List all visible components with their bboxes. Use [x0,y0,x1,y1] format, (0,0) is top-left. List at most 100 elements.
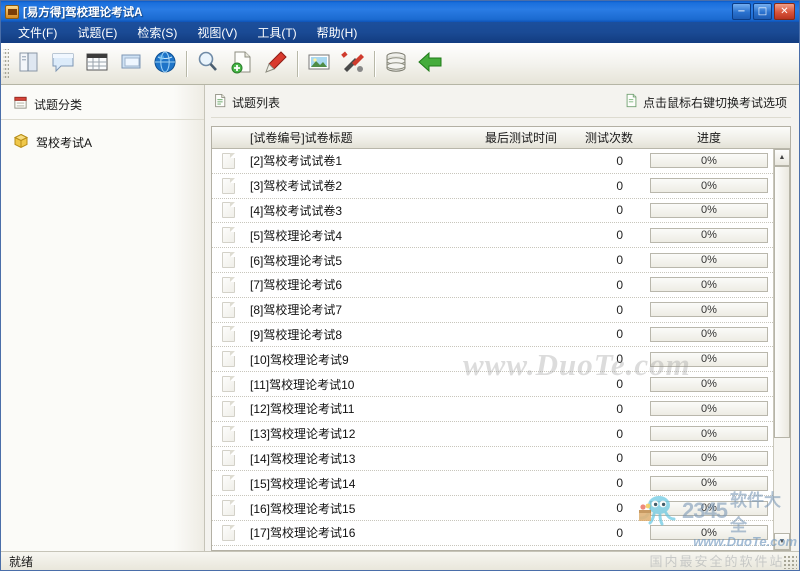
menu-file[interactable]: 文件(F) [9,22,66,43]
document-icon [222,524,235,541]
menu-search[interactable]: 检索(S) [128,22,186,43]
row-title: [16]驾校理论考试15 [250,501,356,516]
table-row[interactable]: [4]驾校考试试卷3 0 0% [212,199,773,224]
table-row[interactable]: [10]驾校理论考试9 0 0% [212,347,773,373]
row-progress-cell: 0% [645,450,773,466]
row-doc-icon-cell [212,152,238,169]
tb-window[interactable] [115,48,147,80]
row-progress-cell: 0% [645,202,773,218]
row-doc-icon-cell [212,326,238,343]
row-doc-icon-cell [212,500,238,517]
col-lasttime-header[interactable]: 最后测试时间 [469,129,573,146]
menu-bar: 文件(F) 试题(E) 检索(S) 视图(V) 工具(T) 帮助(H) [1,22,799,43]
book-icon [16,49,42,78]
progress-bar: 0% [650,153,768,169]
maximize-button[interactable]: □ [753,3,772,20]
tb-new-page[interactable] [226,48,258,80]
progress-bar: 0% [650,426,768,442]
table-row[interactable]: [8]驾校理论考试7 0 0% [212,298,773,323]
category-icon [13,95,28,113]
sidebar-item-driving-exam-a[interactable]: 驾校考试A [1,130,204,155]
row-progress-cell: 0% [645,500,773,516]
table-row[interactable]: [7]驾校理论考试6 0 0% [212,273,773,298]
status-text: 就绪 [9,555,34,569]
toolbar-separator [374,50,375,77]
row-count: 0 [616,253,623,268]
magnifier-icon [195,49,221,78]
row-doc-icon-cell [212,276,238,293]
close-button[interactable]: ✕ [774,3,795,20]
tb-open-book[interactable] [13,48,45,80]
tb-comment[interactable] [47,48,79,80]
table-row[interactable]: [15]驾校理论考试14 0 0% [212,471,773,497]
row-progress-cell: 0% [645,401,773,417]
comment-icon [50,49,76,78]
row-progress-cell: 0% [645,153,773,169]
row-title: [15]驾校理论考试14 [250,476,356,491]
table-row[interactable]: [5]驾校理论考试4 0 0% [212,223,773,249]
table-row[interactable]: [17]驾校理论考试16 0 0% [212,521,773,546]
resize-grip[interactable] [783,554,797,569]
row-title: [7]驾校理论考试6 [250,278,343,293]
exam-list: [试卷编号]试卷标题 最后测试时间 测试次数 进度 [2]驾校考试试卷1 0 0%[… [211,126,791,551]
row-count: 0 [616,426,623,441]
tb-bookmark[interactable] [260,48,292,80]
table-row[interactable]: [11]驾校理论考试10 0 0% [212,372,773,397]
scroll-up-button[interactable]: ▲ [774,149,790,166]
table-header: [试卷编号]试卷标题 最后测试时间 测试次数 进度 [212,127,790,149]
col-title-header[interactable]: [试卷编号]试卷标题 [238,129,469,146]
bookmark-icon [263,49,289,78]
col-count-header[interactable]: 测试次数 [573,129,645,146]
row-progress-cell: 0% [645,326,773,342]
scroll-down-button[interactable]: ▼ [774,533,790,550]
document-icon [222,376,235,393]
document-icon [222,500,235,517]
table-row[interactable]: [18]驾校理论考试1700% [212,546,773,550]
tb-tools[interactable] [337,48,369,80]
progress-bar: 0% [650,277,768,293]
row-title: [18]驾校理论考试17 [238,549,469,550]
table-row[interactable]: [2]驾校考试试卷1 0 0% [212,149,773,174]
tb-picture[interactable] [303,48,335,80]
menu-question[interactable]: 试题(E) [68,22,126,43]
document-icon [222,152,235,169]
row-count: 0 [616,327,623,342]
tb-search[interactable] [192,48,224,80]
tb-globe[interactable] [149,48,181,80]
sidebar-header-label: 试题分类 [34,97,83,112]
row-title: [8]驾校理论考试7 [250,303,343,318]
row-title: [10]驾校理论考试9 [250,352,349,367]
progress-bar: 0% [650,450,768,466]
menu-tools[interactable]: 工具(T) [248,22,305,43]
tb-table[interactable] [81,48,113,80]
table-row[interactable]: [3]驾校考试试卷2 0 0% [212,174,773,199]
scroll-track[interactable] [774,166,790,533]
table-row[interactable]: [9]驾校理论考试8 0 0% [212,323,773,348]
toolbar-grip[interactable] [3,48,9,79]
row-count: 0 [616,153,623,168]
table-row[interactable]: [12]驾校理论考试11 0 0% [212,397,773,422]
tb-database[interactable] [380,48,412,80]
minimize-button[interactable]: − [732,3,751,20]
toolbar-separator [186,50,187,77]
document-icon [222,252,235,269]
document-icon [222,301,235,318]
row-count: 0 [616,203,623,218]
list-icon [213,93,227,111]
table-row[interactable]: [14]驾校理论考试13 0 0% [212,447,773,472]
scroll-thumb[interactable] [774,166,790,438]
menu-view[interactable]: 视图(V) [188,22,246,43]
table-row[interactable]: [6]驾校理论考试5 0 0% [212,248,773,273]
sidebar-header: 试题分类 [1,93,204,120]
table-row[interactable]: [13]驾校理论考试12 0 0% [212,422,773,447]
vertical-scrollbar[interactable]: ▲ ▼ [773,149,790,550]
table-row[interactable]: [16]驾校理论考试15 0 0% [212,496,773,521]
col-progress-header[interactable]: 进度 [645,129,773,146]
menu-help[interactable]: 帮助(H) [308,22,367,43]
document-icon [222,475,235,492]
window-title: [易方得]驾校理论考试A [23,6,143,19]
row-progress-cell: 0% [645,525,773,541]
row-doc-icon-cell [212,351,238,368]
row-title: [3]驾校考试试卷2 [250,179,343,194]
tb-back[interactable] [414,48,446,80]
